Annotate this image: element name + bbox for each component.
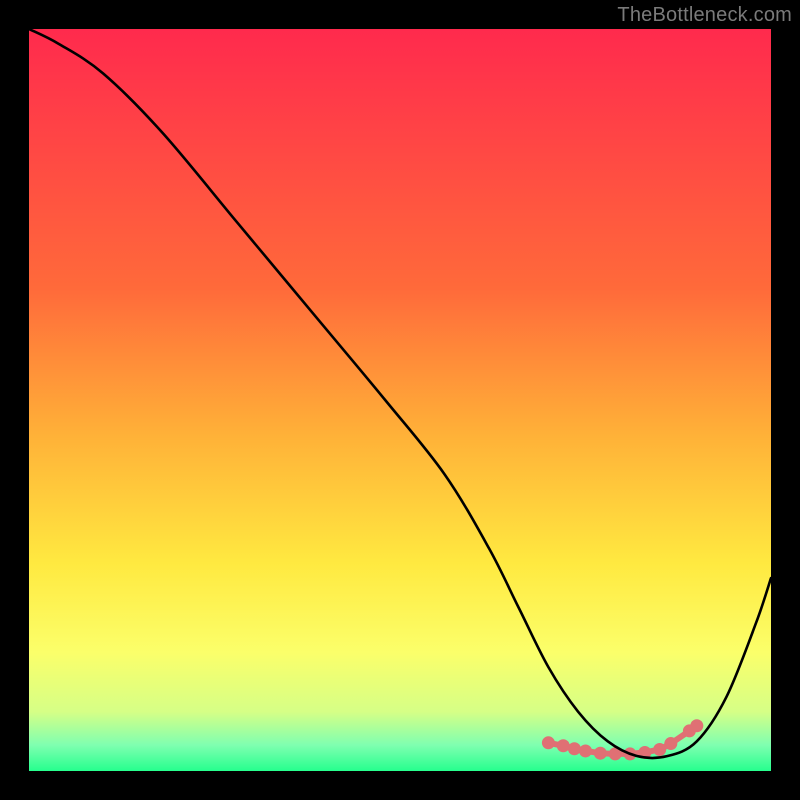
bottleneck-chart [29, 29, 771, 771]
watermark-text: TheBottleneck.com [617, 4, 792, 27]
plot-area [29, 29, 771, 771]
gradient-background [29, 29, 771, 771]
chart-frame: TheBottleneck.com [0, 0, 800, 800]
optimal-dot [690, 719, 703, 732]
